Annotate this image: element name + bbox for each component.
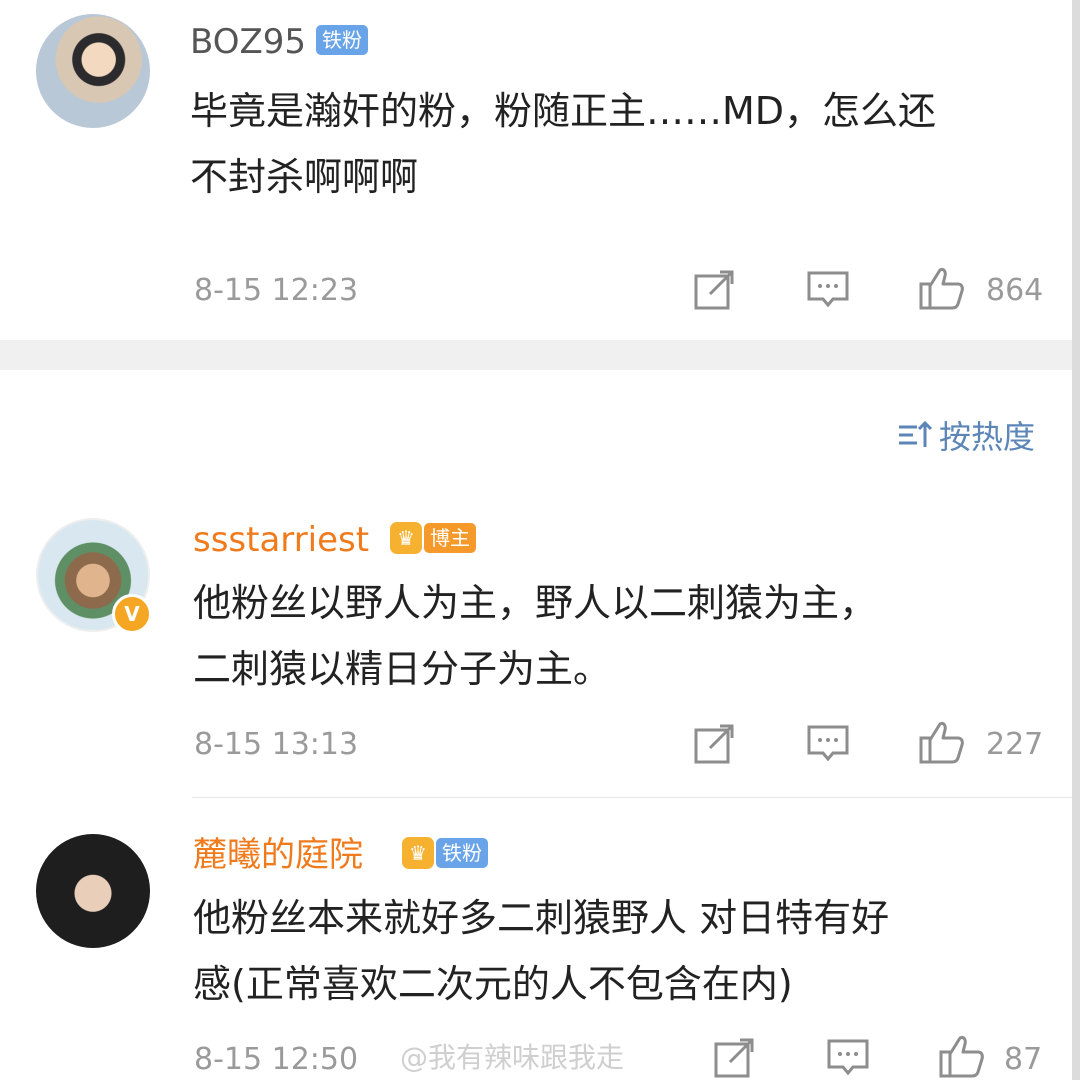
timestamp: 8-15 12:23 [194, 273, 359, 308]
comment-icon[interactable] [806, 268, 850, 312]
sort-button[interactable]: 按热度 [897, 412, 1035, 458]
comment-text: 毕竟是瀚奸的粉，粉随正主……MD，怎么还 不封杀啊啊啊 [190, 78, 936, 210]
sort-icon [898, 420, 933, 447]
comment-text-line: 他粉丝本来就好多二刺猿野人 对日特有好 [193, 896, 890, 940]
like-count: 87 [1004, 1042, 1043, 1077]
comment-item: BOZ95 铁粉 毕竟是瀚奸的粉，粉随正主……MD，怎么还 不封杀啊啊啊 8-1… [0, 0, 1080, 340]
share-icon[interactable] [692, 722, 736, 766]
username[interactable]: 麓曦的庭院 [193, 835, 363, 875]
comment-icon[interactable] [826, 1036, 870, 1080]
comment-icon[interactable] [806, 722, 850, 766]
username[interactable]: BOZ95 [190, 22, 306, 62]
thumbs-up-icon[interactable] [918, 264, 966, 312]
fan-badge: 铁粉 [436, 838, 488, 868]
comment-text-line: 二刺猿以精日分子为主。 [193, 647, 612, 691]
crown-icon: ♛ [390, 522, 422, 554]
section-separator [0, 340, 1080, 370]
share-icon[interactable] [712, 1036, 756, 1080]
comment-text-line: 感(正常喜欢二次元的人不包含在内) [193, 962, 793, 1006]
username[interactable]: ssstarriest [193, 520, 369, 560]
fan-badge: 铁粉 [316, 25, 368, 55]
scroll-edge [1072, 0, 1080, 1080]
crown-icon: ♛ [402, 837, 434, 869]
thumbs-up-icon[interactable] [938, 1032, 986, 1080]
share-icon[interactable] [692, 268, 736, 312]
comment-text-line: 他粉丝以野人为主，野人以二刺猿为主， [193, 581, 878, 625]
timestamp: 8-15 12:50 [194, 1042, 359, 1077]
sort-label: 按热度 [938, 418, 1035, 456]
watermark: @我有辣味跟我走 [400, 1041, 625, 1074]
comment-text: 他粉丝本来就好多二刺猿野人 对日特有好 感(正常喜欢二次元的人不包含在内) [193, 885, 889, 1017]
blogger-badge: 博主 [424, 523, 476, 553]
thumbs-up-icon[interactable] [918, 718, 966, 766]
verified-badge: V [112, 594, 152, 634]
comment-text-line: 不封杀啊啊啊 [190, 155, 419, 199]
comment-divider [192, 797, 1080, 798]
comment-text: 他粉丝以野人为主，野人以二刺猿为主， 二刺猿以精日分子为主。 [193, 570, 877, 702]
like-count: 864 [986, 273, 1044, 308]
comment-text-line: 毕竟是瀚奸的粉，粉随正主……MD，怎么还 [190, 89, 937, 133]
avatar[interactable] [36, 834, 150, 948]
avatar[interactable] [36, 14, 150, 128]
timestamp: 8-15 13:13 [194, 727, 359, 762]
like-count: 227 [986, 727, 1044, 762]
